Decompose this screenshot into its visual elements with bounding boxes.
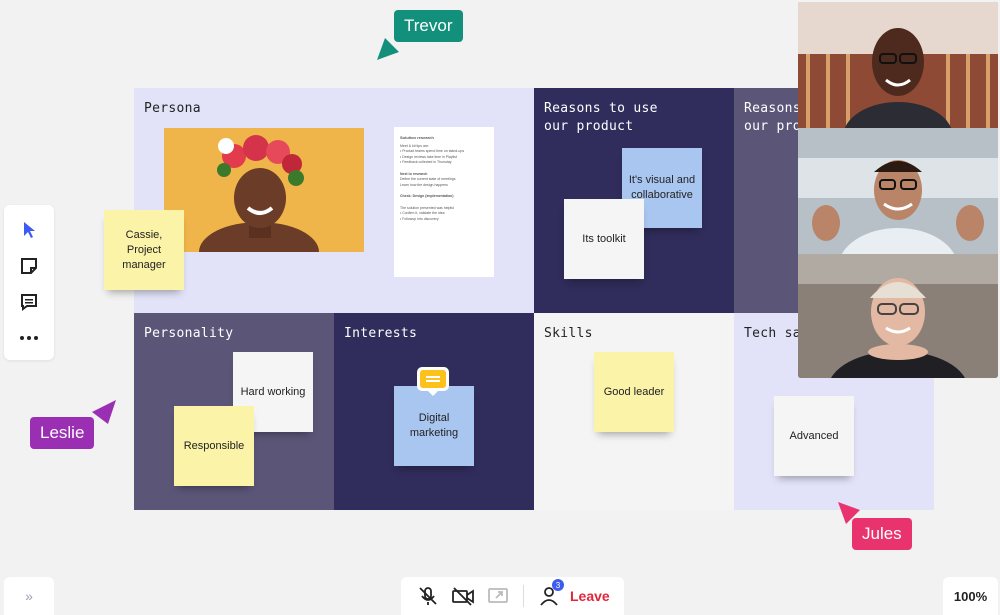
trevor-cursor-label: Trevor — [394, 10, 463, 42]
sticky-note-text: Advanced — [789, 429, 839, 442]
expand-panel-button[interactable]: » — [4, 577, 54, 615]
sticky-note[interactable]: Digital marketing — [394, 386, 474, 466]
personality-title: Personality — [144, 326, 234, 341]
double-chevron-icon: » — [25, 588, 33, 604]
comment-icon[interactable] — [416, 366, 450, 396]
sticky-note-text: Digital marketing — [409, 412, 459, 439]
sticky-note-text: Its toolkit — [582, 232, 626, 245]
video-call-panel[interactable] — [798, 2, 998, 378]
document-line: Learn how the design happens — [400, 182, 448, 187]
left-toolbar — [4, 205, 54, 360]
reasons-title: Reasons to use our product — [544, 101, 658, 134]
sticky-note-text: Cassie, Project manager — [122, 228, 166, 271]
camera-off-icon[interactable] — [451, 585, 475, 607]
document-line: Check: Design (implementation) — [400, 194, 454, 198]
sticky-note[interactable]: Good leader — [594, 352, 674, 432]
more-tool-icon[interactable] — [17, 327, 41, 349]
participants-button[interactable]: 3 — [538, 579, 564, 607]
call-controls-bar: 3 Leave — [401, 577, 624, 615]
sticky-note[interactable]: Cassie, Project manager — [104, 210, 184, 290]
document-line: • Feedback collected in Thursday — [400, 160, 452, 164]
select-tool-icon[interactable] — [17, 219, 41, 241]
research-document[interactable]: Solution research Meet & kit tips are: •… — [394, 127, 494, 277]
persona-title: Persona — [144, 101, 201, 116]
sticky-note[interactable]: Responsible — [174, 406, 254, 486]
divider — [523, 585, 524, 607]
document-line: • Followup into discovery — [400, 216, 439, 221]
participant-video-1[interactable] — [798, 2, 998, 128]
comment-tool-icon[interactable] — [17, 291, 41, 313]
sticky-note[interactable]: Its toolkit — [564, 199, 644, 279]
participant-video-2[interactable] — [798, 128, 998, 254]
sticky-note-text: Hard working — [240, 385, 306, 398]
sticky-note-text: Good leader — [603, 385, 665, 398]
zoom-level[interactable]: 100% — [943, 577, 998, 615]
skills-title: Skills — [544, 326, 593, 341]
sticky-note-tool-icon[interactable] — [17, 255, 41, 277]
leslie-cursor-icon — [92, 400, 116, 424]
mic-muted-icon[interactable] — [417, 585, 439, 607]
participant-video-3[interactable] — [798, 254, 998, 378]
participant-count-badge: 3 — [552, 579, 564, 591]
sticky-note-text: Responsible — [183, 439, 245, 452]
persona-photo[interactable] — [164, 128, 364, 252]
persona-cell[interactable]: Persona Solution research Meet & kit tip… — [134, 88, 534, 313]
share-screen-icon[interactable] — [487, 585, 509, 607]
interests-title: Interests — [344, 326, 418, 341]
leave-button[interactable]: Leave — [570, 588, 610, 604]
sticky-note[interactable]: Advanced — [774, 396, 854, 476]
jules-cursor-label: Jules — [852, 518, 912, 550]
leslie-cursor-label: Leslie — [30, 417, 95, 449]
document-heading: Solution research — [400, 135, 434, 140]
